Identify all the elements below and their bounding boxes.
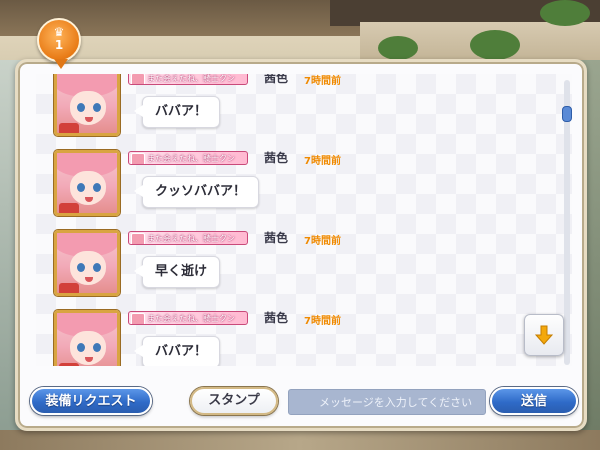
clan-rank-number: 1 (54, 38, 64, 52)
scroll-to-bottom-button[interactable] (524, 314, 564, 356)
message-input[interactable]: メッセージを入力してください (288, 389, 486, 415)
background-plant (378, 36, 418, 60)
message-bubble: クッソババア！ (133, 176, 260, 208)
title-badge: また会えたね、騎士クン (128, 311, 248, 325)
sender-name: 茜色 (264, 74, 289, 85)
message-bubble: 早く逝け (133, 256, 221, 288)
background-plant (540, 0, 590, 26)
sender-name: 茜色 (264, 311, 289, 325)
arrow-down-icon (535, 325, 553, 345)
chat-message: また会えたね、騎士クン 茜色 7時間前 ババア！ (54, 310, 514, 366)
scrollbar-thumb[interactable] (562, 106, 572, 122)
sender-name: 茜色 (264, 231, 289, 245)
title-badge: また会えたね、騎士クン (128, 74, 248, 85)
avatar[interactable] (54, 230, 120, 296)
message-bubble: ババア！ (133, 96, 221, 128)
crest-icon: ♛ (53, 25, 65, 39)
avatar[interactable] (54, 310, 120, 366)
message-time: 7時間前 (304, 316, 341, 327)
title-badge-avatar-icon (131, 313, 145, 324)
title-badge-avatar-icon (131, 233, 145, 244)
clan-rank-badge: ♛ 1 (37, 18, 81, 69)
message-time: 7時間前 (304, 236, 341, 247)
send-button[interactable]: 送信 (490, 387, 578, 415)
equip-request-button[interactable]: 装備リクエスト (30, 387, 152, 415)
message-bubble: ババア！ (133, 336, 221, 366)
chat-panel: また会えたね、騎士クン 茜色 7時間前 ババア！ また会えたね、騎士クン 茜色 … (15, 59, 587, 431)
title-badge: また会えたね、騎士クン (128, 151, 248, 165)
chat-message: また会えたね、騎士クン 茜色 7時間前 早く逝け (54, 230, 514, 302)
title-badge: また会えたね、騎士クン (128, 231, 248, 245)
sender-name: 茜色 (264, 151, 289, 165)
avatar[interactable] (54, 74, 120, 136)
avatar[interactable] (54, 150, 120, 216)
background-plant (470, 30, 520, 60)
chat-message: また会えたね、騎士クン 茜色 7時間前 ババア！ (54, 74, 514, 142)
stamp-button[interactable]: スタンプ (190, 387, 278, 415)
message-time: 7時間前 (304, 76, 341, 87)
title-badge-avatar-icon (131, 74, 145, 84)
chat-scrollbar[interactable] (562, 80, 572, 365)
message-time: 7時間前 (304, 156, 341, 167)
chat-message: また会えたね、騎士クン 茜色 7時間前 クッソババア！ (54, 150, 514, 222)
title-badge-avatar-icon (131, 153, 145, 164)
background-ground (0, 430, 600, 450)
chat-message-list[interactable]: また会えたね、騎士クン 茜色 7時間前 ババア！ また会えたね、騎士クン 茜色 … (36, 74, 572, 366)
